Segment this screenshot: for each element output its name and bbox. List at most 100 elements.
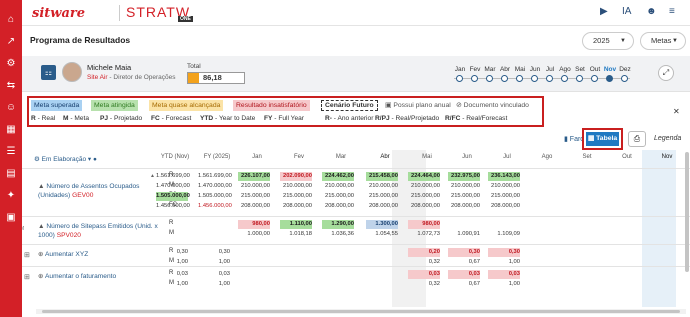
- timeline-month-abr[interactable]: Abr: [497, 66, 513, 73]
- legend-panel: Meta superada Meta atingida Meta quase a…: [27, 96, 544, 127]
- menu-icon[interactable]: ≡: [669, 6, 675, 17]
- table-cell: 210.000,00: [490, 183, 520, 189]
- user-separator: -: [109, 74, 112, 81]
- add-circle-icon[interactable]: ⊕: [38, 251, 45, 258]
- abbr-text: Real/Projetado: [395, 115, 440, 122]
- timeline-month-mar[interactable]: Mar: [482, 66, 498, 73]
- legend-plano-anual: ▣ Possui plano anual: [382, 100, 454, 111]
- table-cell: 215.000,00: [410, 193, 440, 199]
- view-select[interactable]: Metas ▼: [640, 32, 686, 50]
- timeline-month-out[interactable]: Out: [587, 66, 603, 73]
- print-button[interactable]: ⎙: [628, 131, 646, 147]
- abbr-key: FC: [151, 115, 160, 122]
- page-title: Programa de Resultados: [30, 35, 131, 45]
- table-cell: 1,00: [176, 281, 188, 287]
- indicator-label[interactable]: Aumentar o faturamento: [45, 273, 116, 280]
- status-filter[interactable]: ⚙ Em Elaboração ▾ ●: [34, 155, 97, 163]
- table-cell: 0,30: [488, 248, 520, 257]
- list-icon[interactable]: ☰: [0, 144, 22, 160]
- table-cell: 0,03: [448, 270, 480, 279]
- timeline-dot-abr[interactable]: [501, 75, 508, 82]
- gear-icon[interactable]: ✦: [0, 188, 22, 204]
- users-icon[interactable]: ☺: [0, 100, 22, 116]
- horizontal-scrollbar[interactable]: [36, 309, 686, 314]
- user-card: ⚏ Michele Maia Site Air - Diretor de Ope…: [22, 56, 690, 92]
- table-cell: 208.000,00: [490, 203, 520, 209]
- timeline-dot-jan[interactable]: [456, 75, 463, 82]
- indicator-name[interactable]: ▲ Número de Assentos Ocupados (Unidades)…: [38, 182, 168, 200]
- table-cell: 1.505.000,00: [198, 193, 232, 199]
- timeline-dot-fev[interactable]: [471, 75, 478, 82]
- table-cell: 1.000,00: [247, 231, 270, 237]
- org-chart-icon[interactable]: ⚏: [41, 65, 56, 80]
- table-cell: 208.000,00: [368, 203, 398, 209]
- user-role: Diretor de Operações: [113, 74, 176, 81]
- table-cell: 0,67: [468, 281, 480, 287]
- timeline-dot-dez[interactable]: [621, 75, 628, 82]
- expand-row-icon[interactable]: ⊞: [24, 273, 30, 281]
- chart-icon[interactable]: ↗: [0, 34, 22, 50]
- timeline-dot-mar[interactable]: [486, 75, 493, 82]
- table-cell: 980,00: [408, 220, 440, 229]
- column-header: Abr: [380, 154, 390, 160]
- abbr-text: Real/Forecast: [466, 115, 508, 122]
- year-select[interactable]: 2025 ▼: [582, 32, 634, 50]
- ia-icon[interactable]: IA: [622, 6, 631, 17]
- org-icon[interactable]: ⚙: [0, 56, 22, 72]
- user-icon[interactable]: ☻: [646, 6, 657, 17]
- timeline-dot-set[interactable]: [576, 75, 583, 82]
- timeline-month-ago[interactable]: Ago: [557, 66, 573, 73]
- timeline-month-set[interactable]: Set: [572, 66, 588, 73]
- timeline-month-jan[interactable]: Jan: [452, 66, 468, 73]
- timeline-month-jul[interactable]: Jul: [542, 66, 558, 73]
- indicator-label[interactable]: Número de Assentos Ocupados: [46, 183, 139, 190]
- home-icon[interactable]: ⌂: [0, 12, 22, 28]
- video-icon[interactable]: ▶: [600, 6, 608, 17]
- timeline-dot-out[interactable]: [591, 75, 598, 82]
- table-cell: 1.090,91: [457, 231, 480, 237]
- table-cell: 1.561.699,00: [156, 173, 190, 179]
- timeline-month-fev[interactable]: Fev: [467, 66, 483, 73]
- tabela-label: Tabela: [596, 135, 618, 142]
- filter-icon: ⚙: [34, 156, 42, 163]
- grid-icon[interactable]: ▦: [0, 122, 22, 138]
- flow-icon[interactable]: ⇆: [0, 78, 22, 94]
- timeline-dot-mai[interactable]: [516, 75, 523, 82]
- tabela-button[interactable]: ▦ Tabela: [582, 128, 623, 150]
- vertical-scrollbar[interactable]: [685, 152, 689, 272]
- abbr-key: PJ: [100, 115, 109, 122]
- table-cell: 0,30: [176, 249, 188, 255]
- table-cell: 1.470.000,00: [198, 183, 232, 189]
- timeline-month-mai[interactable]: Mai: [512, 66, 528, 73]
- trend-icon: ▲: [150, 173, 155, 179]
- avatar: [62, 62, 82, 82]
- legend-abbr-8: R/FC - Real/Forecast: [445, 115, 508, 122]
- row-group: PM: [22, 226, 28, 232]
- timeline-dot-ago[interactable]: [561, 75, 568, 82]
- expand-row-icon[interactable]: ⊞: [24, 251, 30, 259]
- close-icon[interactable]: ✕: [673, 107, 680, 116]
- table-cell: 0,03: [176, 271, 188, 277]
- report-icon[interactable]: ▣: [0, 210, 22, 226]
- timeline-dot-jul[interactable]: [546, 75, 553, 82]
- timeline-month-nov[interactable]: Nov: [602, 66, 618, 73]
- timeline-month-jun[interactable]: Jun: [527, 66, 543, 73]
- add-circle-icon[interactable]: ⊕: [38, 273, 45, 280]
- table-cell: 0,03: [218, 271, 230, 277]
- column-header: Jun: [462, 154, 472, 160]
- timeline-dot-jun[interactable]: [531, 75, 538, 82]
- indicator-label[interactable]: Aumentar XYZ: [45, 251, 88, 258]
- indicator-name[interactable]: ⊕ Aumentar o faturamento: [38, 272, 168, 281]
- table-cell: 210.000,00: [324, 183, 354, 189]
- column-header: Jan: [252, 154, 262, 160]
- legenda-label[interactable]: Legenda: [654, 135, 681, 142]
- table-cell: 0,03: [488, 270, 520, 279]
- abbr-text: Full Year: [278, 115, 304, 122]
- document-icon[interactable]: ▤: [0, 166, 22, 182]
- timeline-dot-nov[interactable]: [606, 75, 613, 82]
- expand-icon[interactable]: ⤢: [658, 65, 674, 81]
- abbr-key: R/PJ: [375, 115, 390, 122]
- indicator-name[interactable]: ⊕ Aumentar XYZ: [38, 250, 168, 259]
- timeline-month-dez[interactable]: Dez: [617, 66, 633, 73]
- indicator-name[interactable]: ▲ Número de Sitepass Emitidos (Unid. x 1…: [38, 222, 168, 240]
